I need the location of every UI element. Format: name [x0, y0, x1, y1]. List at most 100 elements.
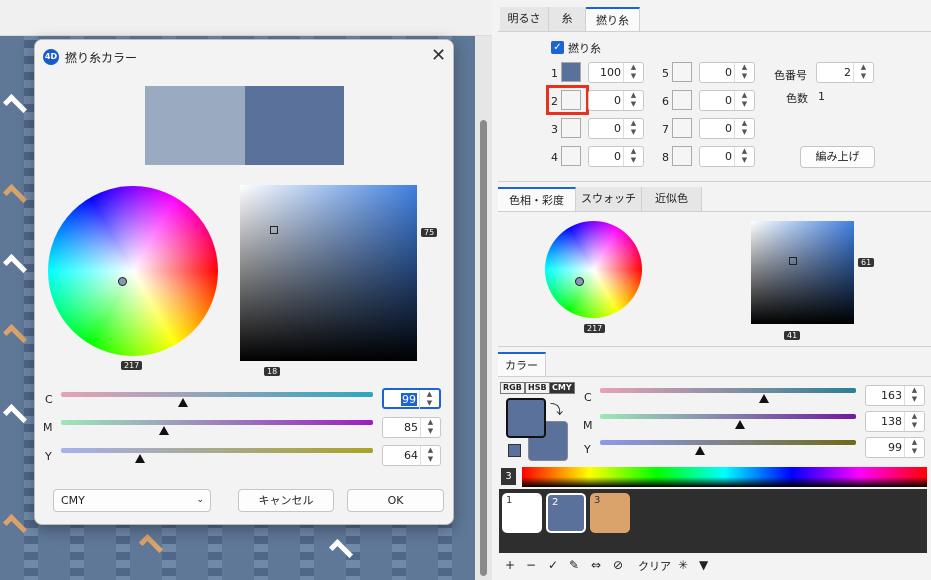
ply-swatch-6[interactable]	[672, 90, 692, 110]
ply-row-num: 7	[662, 123, 669, 136]
palette-cell-1[interactable]: 1	[502, 493, 542, 533]
ply-row-num: 6	[662, 95, 669, 108]
swap-horizontal-icon[interactable]: ⇔	[591, 558, 601, 572]
hue-value-label: 217	[121, 361, 143, 370]
color-slider-c-track[interactable]	[600, 388, 856, 393]
sb-square-marker[interactable]	[270, 226, 278, 234]
ply-ratio-input-4[interactable]: 0 ▲ ▼	[588, 146, 644, 167]
slider-m-thumb[interactable]	[159, 426, 169, 435]
tab-swatch[interactable]: スウォッチ	[576, 187, 642, 211]
scrollbar-thumb[interactable]	[480, 120, 487, 576]
color-slider-c-thumb[interactable]	[759, 394, 769, 403]
dialog-title: 撚り糸カラー	[65, 51, 138, 65]
tab-color[interactable]: カラー	[498, 352, 546, 376]
knit-button[interactable]: 編み上げ	[800, 146, 875, 168]
tab-ply-yarn[interactable]: 撚り糸	[586, 7, 640, 31]
clear-button[interactable]: クリア	[638, 558, 671, 574]
color-slider-m-track[interactable]	[600, 414, 856, 419]
tab-hue-saturation[interactable]: 色相・彩度	[498, 187, 576, 211]
slider-c-thumb[interactable]	[178, 398, 188, 407]
ply-swatch-3[interactable]	[561, 118, 581, 138]
saturation-brightness-square[interactable]	[240, 185, 417, 361]
mini-brightness-label: 61	[858, 258, 875, 267]
ply-row-num: 3	[551, 123, 558, 136]
ply-ratio-input-6[interactable]: 0 ▲ ▼	[699, 90, 755, 111]
add-icon[interactable]: +	[505, 558, 515, 572]
tab-similar-colors[interactable]: 近似色	[642, 187, 702, 211]
check-icon[interactable]: ✓	[548, 558, 558, 572]
palette-cell-2[interactable]: 2	[546, 493, 586, 533]
color-slider-c-input[interactable]: 163 ▲ ▼	[865, 385, 925, 406]
color-slider-y-input[interactable]: 99 ▲ ▼	[865, 437, 925, 458]
ply-ratio-input-2[interactable]: 0 ▲ ▼	[588, 90, 644, 111]
ply-swatch-2-highlight	[546, 85, 589, 115]
ok-button[interactable]: OK	[347, 489, 444, 512]
ply-swatch-8[interactable]	[672, 146, 692, 166]
ply-ratio-input-5[interactable]: 0 ▲ ▼	[699, 62, 755, 83]
color-spectrum-bar[interactable]	[522, 467, 927, 487]
brightness-value-label: 75	[421, 228, 438, 237]
tab-brightness[interactable]: 明るさ	[500, 7, 549, 31]
remove-icon[interactable]: −	[526, 558, 536, 572]
color-number-label: 色番号	[774, 69, 807, 82]
right-panel: 明るさ 糸 撚り糸 ✓ 撚り糸 1 100 ▲ ▼ 2 0 ▲ ▼ 3 0 ▲ ▼ 4 0 ▲…	[498, 0, 931, 580]
slider-c-input[interactable]: 99 ▲ ▼	[382, 388, 441, 409]
ply-ratio-input-8[interactable]: 0 ▲ ▼	[699, 146, 755, 167]
palette-cell-3[interactable]: 3	[590, 493, 630, 533]
mini-hue-value-label: 217	[584, 324, 606, 333]
hue-wheel-marker[interactable]	[118, 277, 127, 286]
color-slider-y-track[interactable]	[600, 440, 856, 445]
close-icon[interactable]: ✕	[431, 45, 446, 66]
ply-swatch-4[interactable]	[561, 146, 581, 166]
swap-colors-icon[interactable]: ⤵	[550, 399, 563, 418]
ply-swatch-5[interactable]	[672, 62, 692, 82]
app-icon: 4D	[43, 49, 59, 65]
canvas-scrollbar[interactable]	[475, 36, 492, 580]
foreground-color-well[interactable]	[506, 398, 546, 438]
mini-sb-square[interactable]	[751, 221, 854, 324]
pen-icon[interactable]: ✎	[569, 558, 579, 572]
slider-m-input[interactable]: 85 ▲ ▼	[382, 417, 441, 438]
mode-hsb[interactable]: HSB	[525, 382, 550, 394]
color-count-value: 1	[818, 90, 825, 103]
color-number-input[interactable]: 2 ▲ ▼	[816, 62, 874, 83]
color-slider-m-label: M	[583, 419, 593, 432]
prohibit-icon[interactable]: ⊘	[613, 558, 623, 572]
slider-y-input[interactable]: 64 ▲ ▼	[382, 445, 441, 466]
hue-wheel[interactable]	[48, 186, 218, 356]
ply-swatch-1[interactable]	[561, 62, 581, 82]
mode-cmy[interactable]: CMY	[549, 382, 575, 394]
color-slider-c-label: C	[584, 391, 592, 404]
tab-yarn[interactable]: 糸	[549, 7, 586, 31]
ply-ratio-input-1[interactable]: 100 ▲ ▼	[588, 62, 644, 83]
ply-ratio-input-7[interactable]: 0 ▲ ▼	[699, 118, 755, 139]
color-slider-m-thumb[interactable]	[735, 420, 745, 429]
cancel-button[interactable]: キャンセル	[238, 489, 334, 512]
chevron-down-icon: ⌄	[196, 495, 204, 505]
mini-sb-marker[interactable]	[789, 257, 797, 265]
ply-color-dialog: 4D 撚り糸カラー ✕ 217 75 18 C 99 ▲ ▼ M 85 ▲ ▼ Y 64…	[34, 39, 454, 525]
canvas-toolbar	[0, 0, 492, 36]
sparkle-icon[interactable]: ✳	[678, 558, 688, 572]
previous-color-swatch	[145, 86, 245, 165]
mini-hue-wheel[interactable]	[545, 221, 642, 318]
slider-m-label: M	[43, 421, 53, 434]
slider-m-track[interactable]	[61, 420, 373, 425]
color-slider-y-thumb[interactable]	[695, 446, 705, 455]
color-palette: 1 2 3	[499, 489, 927, 553]
ply-checkbox[interactable]: ✓	[551, 41, 564, 54]
mini-hue-marker[interactable]	[575, 277, 584, 286]
slider-c-track[interactable]	[61, 392, 373, 397]
chevron-down-icon[interactable]: ▼	[699, 558, 708, 572]
color-mode-select[interactable]: CMY ⌄	[53, 489, 211, 512]
ply-checkbox-label: 撚り糸	[568, 42, 601, 55]
slider-y-label: Y	[45, 450, 52, 463]
color-slider-m-input[interactable]: 138 ▲ ▼	[865, 411, 925, 432]
mode-rgb[interactable]: RGB	[500, 382, 525, 394]
slider-y-track[interactable]	[61, 448, 373, 453]
ply-swatch-7[interactable]	[672, 118, 692, 138]
small-color-well[interactable]	[508, 444, 521, 457]
mini-saturation-label: 41	[784, 331, 801, 340]
slider-y-thumb[interactable]	[135, 454, 145, 463]
ply-ratio-input-3[interactable]: 0 ▲ ▼	[588, 118, 644, 139]
